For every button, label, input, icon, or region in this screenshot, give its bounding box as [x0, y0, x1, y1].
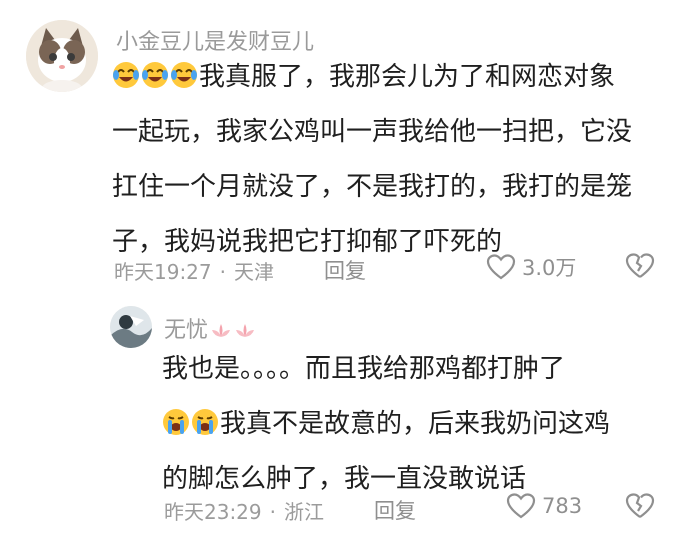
comment-line: 我真服了，我那会儿为了和网恋对象: [112, 50, 682, 105]
comment-meta: 昨天23:29 · 浙江: [164, 496, 324, 525]
reply-comment: 无忧 我也是。。。。而且我给那鸡都打肿了 我真不是故意的，后来我奶问这鸡 的脚怎…: [0, 300, 690, 542]
like-count: 3.0万: [522, 256, 577, 280]
comment-line-text: 我真服了，我那会儿为了和网恋对象: [199, 62, 616, 92]
comment-meta: 昨天19:27 · 天津: [114, 256, 274, 285]
crying-emoji-icon: [162, 401, 190, 435]
username[interactable]: 无忧: [164, 312, 256, 346]
separator: ·: [269, 500, 276, 524]
dislike-button[interactable]: [624, 252, 656, 284]
comment-line: 扛住一个月就没了，不是我打的，我打的是笼: [112, 172, 633, 202]
cat-avatar-icon: [26, 20, 98, 92]
broken-heart-icon: [625, 493, 655, 518]
timestamp: 昨天19:27: [114, 260, 212, 284]
heart-icon: [506, 493, 536, 519]
crying-emoji-icon: [191, 401, 219, 435]
comment-text: 我也是。。。。而且我给那鸡都打肿了 我真不是故意的，后来我奶问这鸡 的脚怎么肿了…: [162, 342, 682, 507]
like-count: 783: [542, 494, 583, 518]
comment-thread: 小金豆儿是发财豆儿 我真服了，我那会儿为了和网恋对象 一起玩，我家公鸡叫一声我给…: [0, 0, 690, 542]
heart-icon: [486, 254, 516, 280]
reply-button[interactable]: 回复: [324, 255, 366, 285]
timestamp: 昨天23:29: [164, 500, 262, 524]
comment: 小金豆儿是发财豆儿 我真服了，我那会儿为了和网恋对象 一起玩，我家公鸡叫一声我给…: [0, 0, 690, 300]
laughing-crying-emoji-icon: [141, 54, 169, 88]
avatar[interactable]: [110, 306, 152, 348]
comment-line: 我真不是故意的，后来我奶问这鸡: [162, 397, 682, 452]
username-text: 无忧: [164, 318, 209, 343]
like-button[interactable]: 783: [506, 492, 582, 520]
user-avatar-icon: [110, 306, 152, 348]
comment-line-text: 我真不是故意的，后来我奶问这鸡: [220, 409, 611, 439]
separator: ·: [219, 260, 226, 284]
avatar[interactable]: [26, 20, 98, 92]
dislike-button[interactable]: [624, 492, 656, 524]
broken-heart-icon: [625, 253, 655, 278]
reply-button[interactable]: 回复: [374, 495, 416, 525]
location: 浙江: [284, 500, 324, 524]
like-button[interactable]: 3.0万: [486, 252, 576, 282]
comment-line: 一起玩，我家公鸡叫一声我给他一扫把，它没: [112, 117, 633, 147]
comment-line: 我也是。。。。而且我给那鸡都打肿了: [162, 354, 566, 384]
laughing-crying-emoji-icon: [112, 54, 140, 88]
comment-text: 我真服了，我那会儿为了和网恋对象 一起玩，我家公鸡叫一声我给他一扫把，它没 扛住…: [112, 50, 682, 270]
laughing-crying-emoji-icon: [170, 54, 198, 88]
location: 天津: [234, 260, 274, 284]
